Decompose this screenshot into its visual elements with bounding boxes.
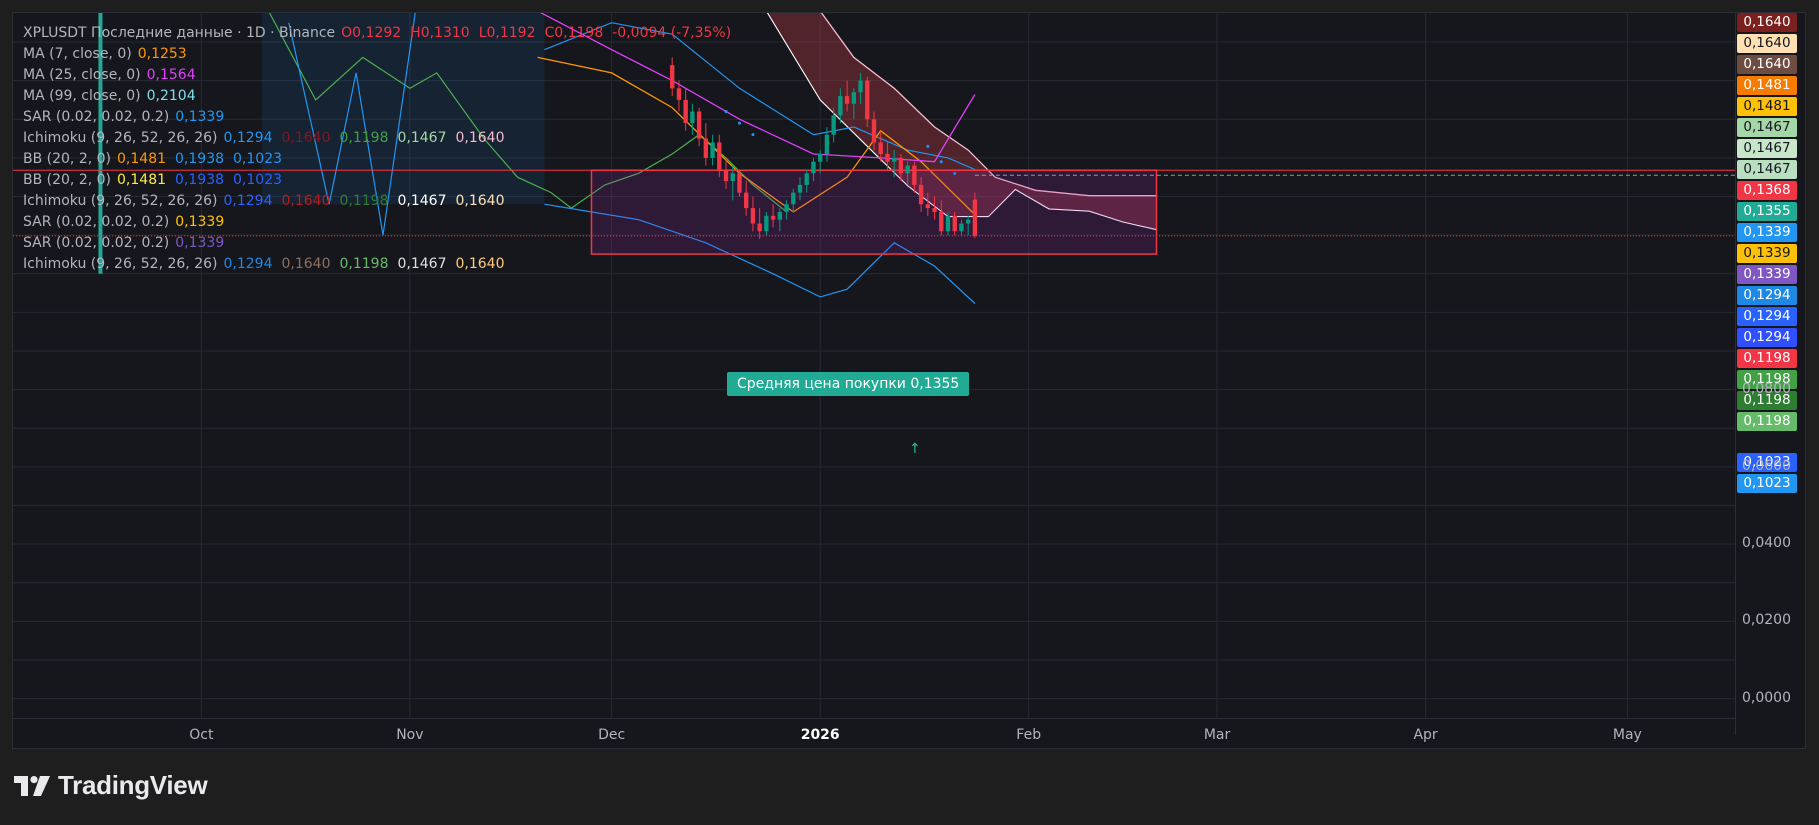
price-axis[interactable]: 0,1640 0,1640 0,1640 0,1481 0,1481 0,1467 0,14… — [1735, 13, 1805, 735]
candle-body — [683, 99, 688, 124]
x-tick-label: May — [1612, 727, 1642, 743]
sar-dot — [737, 121, 741, 125]
candle-body — [865, 80, 870, 120]
candle-body — [811, 161, 816, 174]
candle-body — [885, 154, 890, 162]
candle-body — [737, 173, 742, 193]
candle-body — [777, 211, 783, 220]
price-axis-label: 0,1481 — [1737, 76, 1797, 95]
candle-body — [764, 215, 769, 232]
price-axis-label: 0,1355 — [1737, 202, 1797, 221]
x-tick-label: 2026 — [800, 727, 840, 743]
candle-body — [959, 223, 964, 232]
candle-body — [871, 119, 877, 143]
brand-name: TradingView — [58, 770, 208, 800]
price-axis-label: 0,1640 — [1737, 34, 1797, 53]
candle-body — [912, 165, 917, 185]
candle-body — [918, 184, 924, 205]
x-tick-label: Feb — [1016, 727, 1042, 743]
candle-body — [703, 138, 709, 158]
x-tick-label: Nov — [396, 727, 424, 743]
sar-dot — [926, 144, 930, 148]
price-range-rectangle — [590, 169, 1158, 255]
price-axis-label: 0,1294 — [1737, 328, 1797, 347]
price-axis-label: 0,1467 — [1737, 160, 1797, 179]
price-axis-label: 0,1023 — [1737, 474, 1797, 493]
candle-body — [730, 173, 735, 182]
candle-body — [791, 192, 796, 205]
candle-body — [723, 169, 729, 182]
price-axis-label: 0,1294 — [1737, 286, 1797, 305]
candle-body — [696, 111, 702, 139]
candle-body — [770, 215, 776, 220]
price-axis-label: 0,1339 — [1737, 265, 1797, 284]
price-axis-label: 0,1640 — [1737, 13, 1797, 32]
candle-body — [804, 173, 809, 185]
candle-body — [858, 80, 863, 93]
price-axis-label: 0,1339 — [1737, 244, 1797, 263]
candle-body — [972, 199, 978, 236]
candle-body — [925, 204, 930, 209]
sar-dot — [751, 133, 755, 137]
candle-body — [952, 215, 957, 232]
x-tick-label: Dec — [598, 727, 626, 743]
avg-buy-price-label: Средняя цена покупки 0,1355 — [727, 372, 970, 396]
chart-frame[interactable]: XPLUSDT Последние данные · 1D · Binance O… — [12, 12, 1806, 749]
candle-body — [932, 208, 937, 212]
sar-dot — [939, 160, 943, 164]
candle-body — [965, 219, 971, 224]
candle-body — [891, 157, 897, 162]
candle-body — [898, 157, 904, 174]
candle-body — [824, 134, 830, 154]
y-tick-label: 0,0800 — [1742, 380, 1791, 397]
x-tick-label: Mar — [1203, 727, 1231, 743]
x-tick-label: Apr — [1413, 727, 1438, 743]
candle-body — [757, 223, 762, 232]
price-axis-label: 0,1339 — [1737, 223, 1797, 242]
price-axis-label: 0,1640 — [1737, 55, 1797, 74]
y-tick-label: 0,0200 — [1742, 612, 1791, 629]
price-axis-label: 0,1198 — [1737, 349, 1797, 368]
candle-body — [690, 111, 695, 124]
candle-body — [878, 142, 883, 154]
y-tick-label: 0,0400 — [1742, 535, 1791, 552]
volume-marker-bar — [98, 13, 103, 274]
time-axis[interactable]: Oct Nov Dec 2026 Feb Mar Apr May — [13, 718, 1735, 748]
price-axis-label: 0,1467 — [1737, 118, 1797, 137]
candle-body — [844, 96, 850, 104]
candle-body — [831, 115, 836, 135]
candle-body — [717, 142, 722, 170]
candle-body — [939, 211, 944, 232]
price-axis-label: 0,1467 — [1737, 139, 1797, 158]
price-axis-label: 0,1481 — [1737, 97, 1797, 116]
price-axis-label: 0,1294 — [1737, 307, 1797, 326]
candle-body — [670, 65, 675, 89]
candle-body — [905, 165, 910, 174]
bollinger-band-fill — [261, 13, 545, 205]
y-tick-label: 0,0600 — [1742, 457, 1791, 474]
x-tick-label: Oct — [189, 727, 214, 743]
tradingview-mark-icon — [14, 775, 50, 796]
candle-body — [784, 204, 789, 212]
price-axis-label: 0,1368 — [1737, 181, 1797, 200]
candle-body — [838, 96, 843, 116]
candle-body — [744, 192, 749, 209]
sar-dot — [724, 110, 728, 114]
tradingview-logo[interactable]: TradingView — [14, 770, 208, 801]
candle-body — [750, 208, 756, 224]
candle-body — [851, 92, 857, 104]
price-axis-label: 0,1198 — [1737, 412, 1797, 431]
candle-body — [945, 215, 951, 232]
y-tick-label: 0,0000 — [1742, 689, 1791, 706]
up-arrow-icon: ↑ — [909, 441, 921, 457]
candle-body — [676, 88, 682, 100]
candle-body — [710, 142, 715, 158]
candle-body — [797, 184, 803, 193]
candle-body — [818, 154, 823, 162]
